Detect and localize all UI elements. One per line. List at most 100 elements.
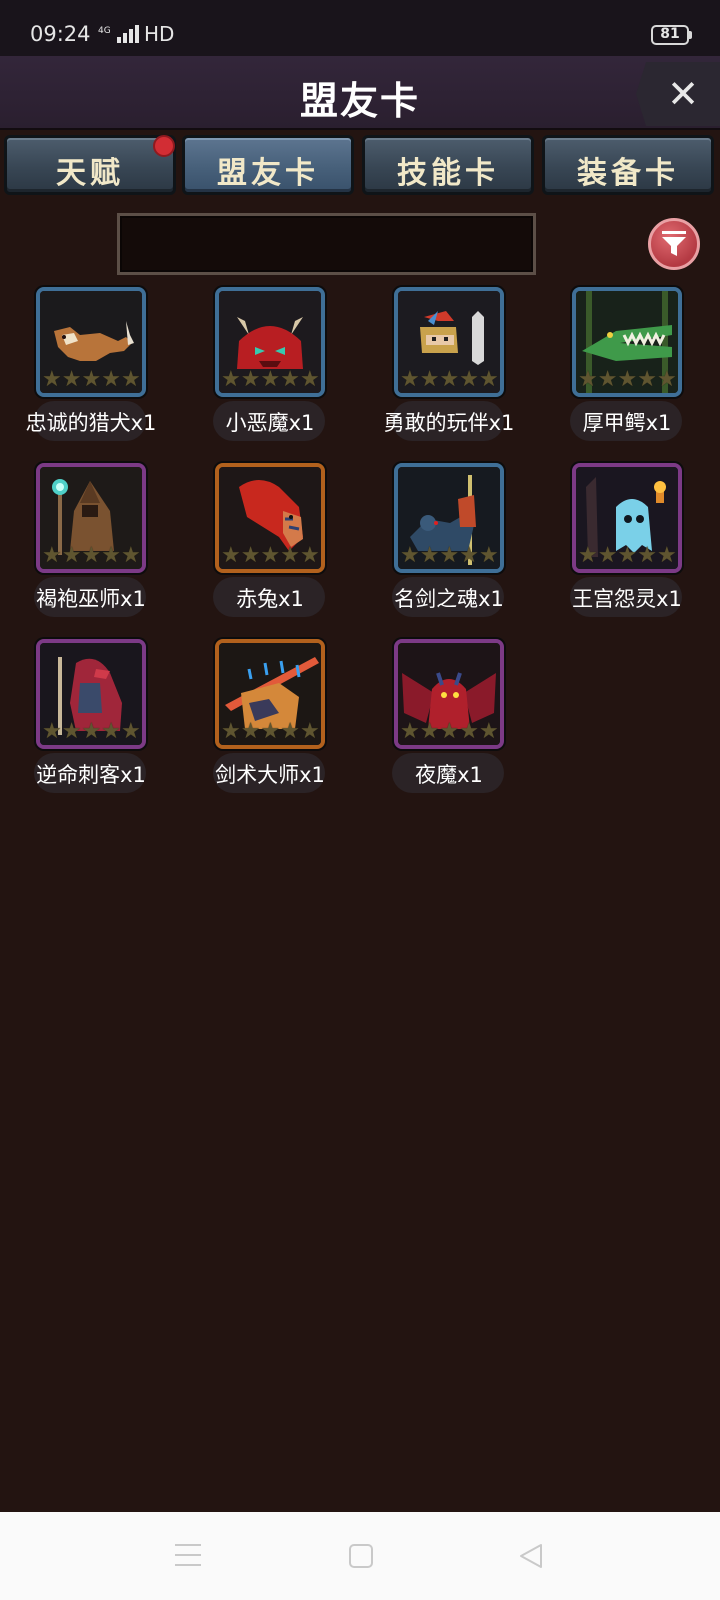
hd-indicator: HD (144, 22, 175, 46)
star-rating: ★ ★ ★ ★ ★ (42, 367, 141, 392)
card-name: 小恶魔x1 (225, 411, 315, 435)
menu-icon[interactable] (175, 1544, 201, 1566)
ally-card[interactable]: ★ ★ ★ ★ ★ 小恶魔x1 (195, 287, 355, 447)
filter-icon[interactable] (662, 231, 686, 257)
star-icon: ★ (221, 719, 241, 744)
star-rating: ★ ★ ★ ★ ★ (400, 719, 499, 744)
star-icon: ★ (240, 543, 261, 568)
ally-card[interactable]: ★ ★ ★ ★ ★ 王宫怨灵x1 (552, 463, 712, 623)
star-icon: ★ (81, 543, 102, 568)
star-rating: ★ ★ ★ ★ ★ (400, 367, 499, 392)
star-icon: ★ (260, 719, 281, 744)
star-icon: ★ (656, 367, 677, 392)
star-icon: ★ (459, 367, 479, 392)
tab-label: 天赋 (56, 156, 124, 191)
star-icon: ★ (81, 367, 102, 392)
card-portrait[interactable]: ★ ★ ★ ★ ★ (394, 639, 504, 749)
notification-badge (153, 135, 175, 157)
star-icon: ★ (637, 367, 657, 392)
tab-label: 盟友卡 (217, 156, 319, 191)
star-icon: ★ (478, 367, 499, 392)
card-portrait[interactable]: ★ ★ ★ ★ ★ (36, 639, 146, 749)
star-icon: ★ (280, 367, 300, 392)
star-icon: ★ (637, 543, 657, 568)
card-name: 名剑之魂x1 (394, 587, 504, 611)
star-icon: ★ (221, 367, 241, 392)
battery-level: 81 (660, 26, 680, 42)
back-icon[interactable] (517, 1542, 545, 1570)
star-icon: ★ (578, 543, 598, 568)
card-portrait[interactable]: ★ ★ ★ ★ ★ (215, 639, 325, 749)
ally-card[interactable]: ★ ★ ★ ★ ★ 厚甲鳄x1 (552, 287, 712, 447)
star-icon: ★ (260, 543, 281, 568)
card-name: 剑术大师x1 (215, 763, 325, 787)
star-rating: ★ ★ ★ ★ ★ (221, 543, 320, 568)
card-portrait[interactable]: ★ ★ ★ ★ ★ (394, 287, 504, 397)
tab-skill-cards[interactable]: 技能卡 (362, 135, 534, 195)
status-time: 09:24 (30, 22, 91, 46)
tab-talent[interactable]: 天赋 (4, 135, 176, 195)
star-icon: ★ (61, 367, 82, 392)
ally-card[interactable]: ★ ★ ★ ★ ★ 勇敢的玩伴x1 (374, 287, 534, 447)
star-icon: ★ (400, 367, 420, 392)
ally-card[interactable]: ★ ★ ★ ★ ★ 赤兔x1 (195, 463, 355, 623)
star-icon: ★ (240, 367, 261, 392)
card-portrait[interactable]: ★ ★ ★ ★ ★ (215, 287, 325, 397)
star-icon: ★ (597, 543, 618, 568)
card-portrait[interactable]: ★ ★ ★ ★ ★ (394, 463, 504, 573)
star-icon: ★ (656, 543, 677, 568)
ally-card[interactable]: ★ ★ ★ ★ ★ 忠诚的猎犬x1 (16, 287, 176, 447)
close-button[interactable]: ✕ (636, 62, 720, 126)
star-icon: ★ (61, 719, 82, 744)
card-name: 赤兔x1 (236, 587, 304, 611)
ally-card[interactable]: ★ ★ ★ ★ ★ 夜魔x1 (374, 639, 534, 799)
system-nav-bar (0, 1512, 720, 1600)
star-icon: ★ (101, 719, 121, 744)
star-icon: ★ (280, 543, 300, 568)
tab-ally-cards[interactable]: 盟友卡 (182, 135, 354, 195)
star-icon: ★ (101, 543, 121, 568)
tab-equipment-cards[interactable]: 装备卡 (542, 135, 714, 195)
star-icon: ★ (400, 543, 420, 568)
card-portrait[interactable]: ★ ★ ★ ★ ★ (36, 287, 146, 397)
star-icon: ★ (240, 719, 261, 744)
card-name: 忠诚的猎犬x1 (25, 411, 157, 435)
tab-label: 装备卡 (577, 156, 679, 191)
star-icon: ★ (120, 543, 141, 568)
card-portrait[interactable]: ★ ★ ★ ★ ★ (572, 287, 682, 397)
card-portrait[interactable]: ★ ★ ★ ★ ★ (572, 463, 682, 573)
star-icon: ★ (617, 367, 638, 392)
star-icon: ★ (578, 367, 598, 392)
close-icon[interactable]: ✕ (636, 62, 720, 126)
star-icon: ★ (280, 719, 300, 744)
ally-card[interactable]: ★ ★ ★ ★ ★ 逆命刺客x1 (16, 639, 176, 799)
page-title: 盟友卡 (299, 79, 420, 123)
star-rating: ★ ★ ★ ★ ★ (42, 719, 141, 744)
star-icon: ★ (299, 543, 320, 568)
battery-icon: 81 (651, 25, 689, 45)
ally-card[interactable]: ★ ★ ★ ★ ★ 名剑之魂x1 (374, 463, 534, 623)
ally-card[interactable]: ★ ★ ★ ★ ★ 褐袍巫师x1 (16, 463, 176, 623)
star-icon: ★ (42, 367, 62, 392)
battery-tip (689, 31, 692, 39)
header-bar: 盟友卡 (0, 56, 720, 130)
star-icon: ★ (459, 719, 479, 744)
star-icon: ★ (42, 543, 62, 568)
star-icon: ★ (478, 719, 499, 744)
star-icon: ★ (260, 367, 281, 392)
status-bar: 09:24 4G HD 81 (0, 0, 720, 56)
star-icon: ★ (299, 719, 320, 744)
home-icon[interactable] (349, 1544, 373, 1568)
star-rating: ★ ★ ★ ★ ★ (578, 543, 677, 568)
star-icon: ★ (61, 543, 82, 568)
star-icon: ★ (419, 367, 440, 392)
filter-button[interactable] (648, 218, 700, 270)
search-input[interactable] (117, 213, 536, 275)
star-rating: ★ ★ ★ ★ ★ (578, 367, 677, 392)
tab-label: 技能卡 (397, 156, 499, 191)
card-portrait[interactable]: ★ ★ ★ ★ ★ (215, 463, 325, 573)
card-portrait[interactable]: ★ ★ ★ ★ ★ (36, 463, 146, 573)
star-icon: ★ (478, 543, 499, 568)
ally-card[interactable]: ★ ★ ★ ★ ★ 剑术大师x1 (195, 639, 355, 799)
card-name: 厚甲鳄x1 (582, 411, 672, 435)
